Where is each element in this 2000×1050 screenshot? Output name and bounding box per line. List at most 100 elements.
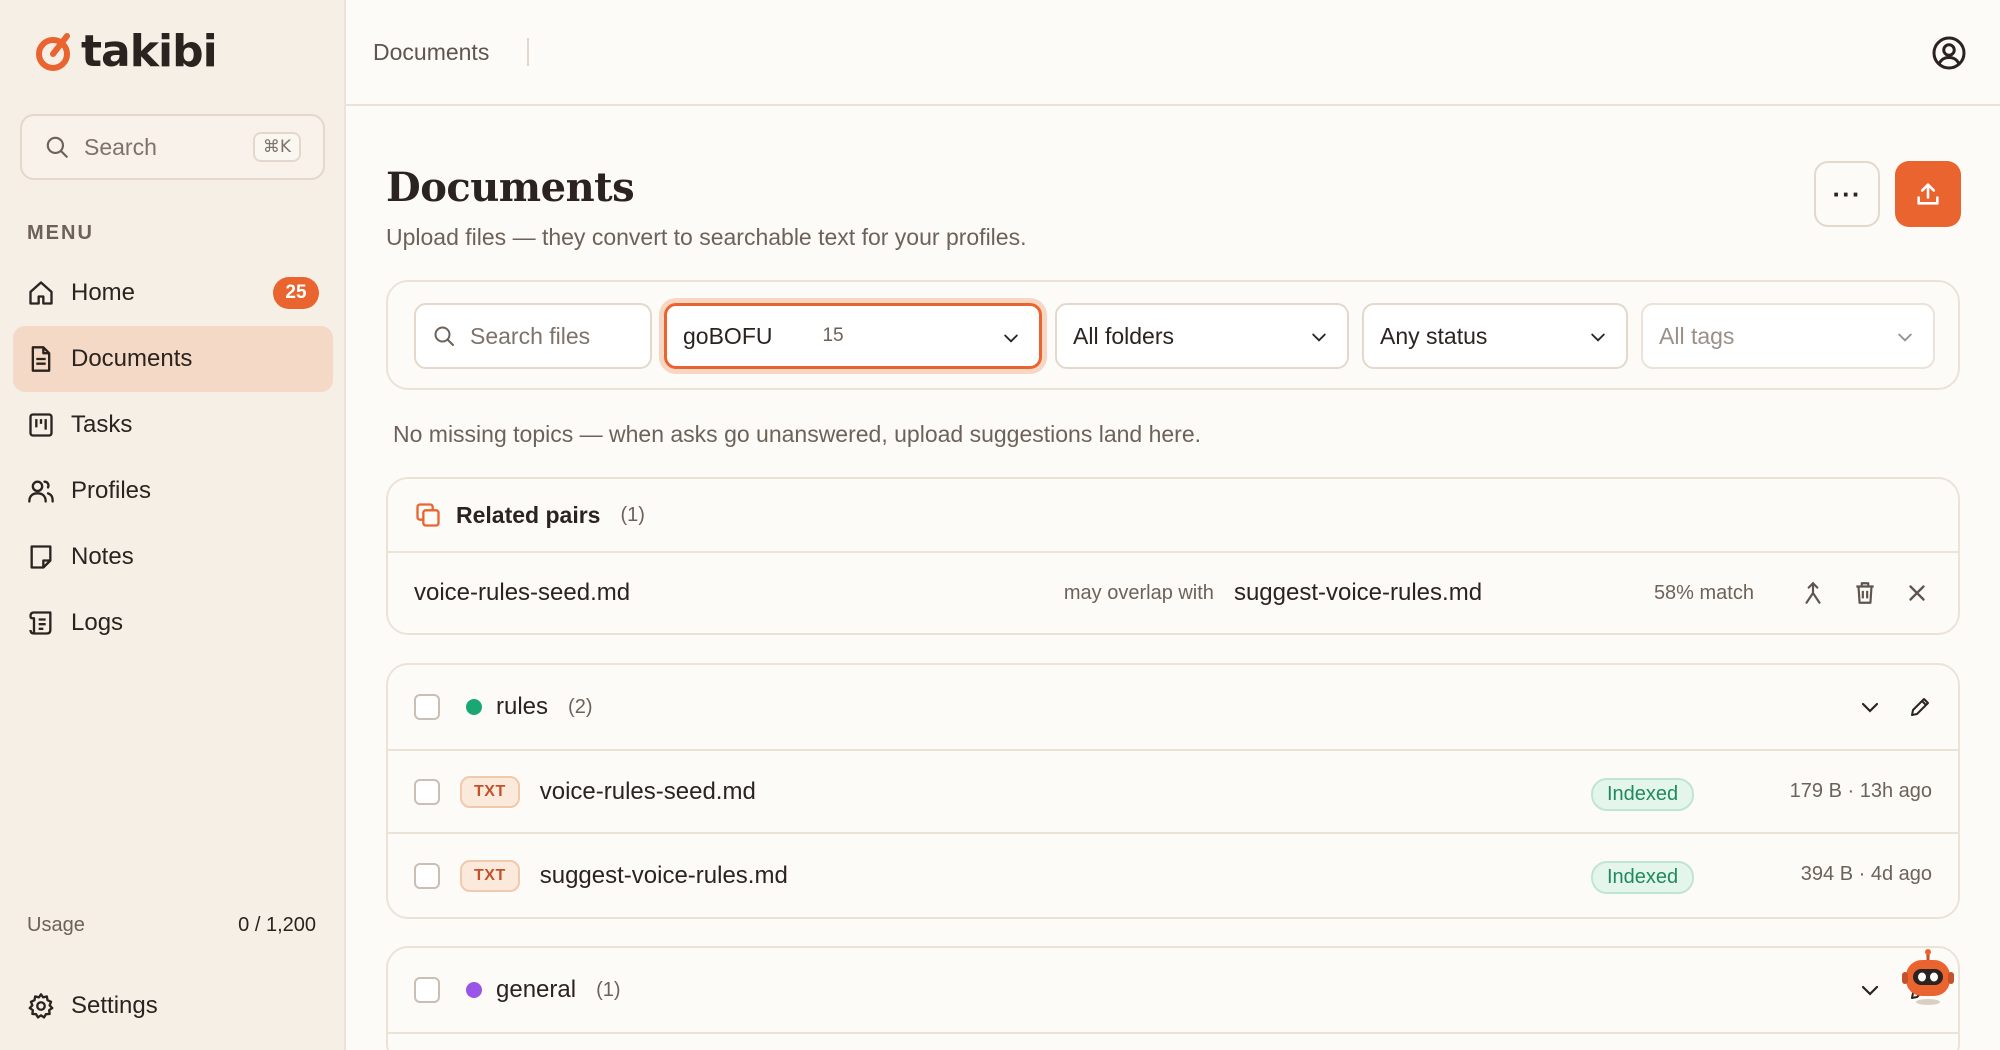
group-color-dot bbox=[466, 699, 482, 715]
tags-select[interactable]: All tags bbox=[1641, 303, 1935, 369]
chevron-down-icon bbox=[1898, 333, 1912, 342]
menu-section-label: MENU bbox=[27, 222, 94, 244]
sidebar-item-label: Notes bbox=[71, 543, 134, 570]
chevron-down-icon[interactable] bbox=[1858, 695, 1882, 719]
profile-select[interactable]: goBOFU 15 bbox=[664, 303, 1042, 369]
status-select-value: Any status bbox=[1380, 322, 1488, 349]
group-select-checkbox[interactable] bbox=[414, 694, 440, 720]
sidebar-item-label: Profiles bbox=[71, 477, 152, 504]
group-color-dot bbox=[466, 982, 482, 998]
sidebar-item-profiles[interactable]: Profiles bbox=[13, 458, 333, 524]
merge-button[interactable] bbox=[1798, 578, 1828, 608]
home-icon bbox=[29, 281, 53, 305]
sidebar-search[interactable]: Search ⌘K bbox=[20, 114, 325, 180]
pair-overlap-label: may overlap with bbox=[1063, 581, 1214, 604]
folder-group-rules: rules (2) TXT voice-rules-seed.md Indexe… bbox=[386, 663, 1960, 919]
document-row[interactable]: TXT voice-rules-seed.md Indexed 179 B · … bbox=[388, 751, 1958, 834]
main-content: Documents Documents Upload files — they … bbox=[346, 0, 2000, 1050]
page-title: Documents bbox=[386, 164, 635, 211]
note-icon bbox=[30, 545, 52, 569]
sidebar-item-home[interactable]: Home 25 bbox=[13, 260, 333, 326]
row-checkbox[interactable] bbox=[414, 862, 440, 889]
tags-select-value: All tags bbox=[1659, 322, 1735, 349]
related-pairs-card: Related pairs (1) voice-rules-seed.md ma… bbox=[386, 477, 1960, 635]
upload-button[interactable] bbox=[1895, 161, 1961, 227]
delete-button[interactable] bbox=[1850, 578, 1880, 608]
profile-doc-count: 15 bbox=[822, 325, 844, 346]
page-subtitle: Upload files — they convert to searchabl… bbox=[386, 224, 1027, 250]
search-icon bbox=[46, 136, 68, 158]
status-badge: Indexed bbox=[1591, 778, 1695, 811]
home-count-badge: 25 bbox=[273, 277, 319, 309]
sidebar: takibi Search ⌘K MENU Home 25 Documents … bbox=[0, 0, 346, 1050]
status-select[interactable]: Any status bbox=[1362, 303, 1628, 369]
file-search[interactable] bbox=[414, 303, 652, 369]
kanban-icon bbox=[29, 413, 53, 437]
app-root: takibi Search ⌘K MENU Home 25 Documents … bbox=[0, 0, 2000, 1050]
sidebar-item-settings[interactable]: Settings bbox=[27, 992, 158, 1020]
sidebar-search-label: Search bbox=[84, 133, 157, 160]
sidebar-item-label: Documents bbox=[71, 345, 193, 372]
chevron-down-icon bbox=[1312, 333, 1326, 342]
group-count: (2) bbox=[568, 695, 593, 718]
copy-icon bbox=[416, 503, 440, 527]
assistant-bot-icon[interactable] bbox=[1898, 948, 1958, 1008]
gear-icon bbox=[28, 993, 54, 1019]
flame-logo-icon bbox=[36, 33, 70, 71]
logs-icon bbox=[29, 611, 52, 635]
related-pair-row: voice-rules-seed.md may overlap with sug… bbox=[388, 553, 1958, 633]
account-icon[interactable] bbox=[1931, 35, 1967, 71]
usage-meter: Usage 0 / 1,200 bbox=[27, 914, 316, 937]
row-checkbox[interactable] bbox=[414, 778, 440, 805]
document-icon bbox=[31, 346, 51, 372]
document-name[interactable]: voice-rules-seed.md bbox=[540, 778, 1932, 806]
group-select-checkbox[interactable] bbox=[414, 977, 440, 1003]
sidebar-item-label: Logs bbox=[71, 609, 124, 636]
breadcrumb[interactable]: Documents bbox=[373, 38, 530, 66]
brand-logo[interactable]: takibi bbox=[33, 26, 218, 77]
trash-icon bbox=[1856, 582, 1874, 604]
search-icon bbox=[434, 326, 454, 346]
sidebar-item-notes[interactable]: Notes bbox=[13, 524, 333, 590]
topbar: Documents bbox=[346, 0, 2000, 106]
merge-icon bbox=[1805, 582, 1821, 604]
folder-group-general: general (1) bbox=[386, 946, 1960, 1050]
chevron-down-icon[interactable] bbox=[1858, 978, 1882, 1002]
file-search-input[interactable] bbox=[470, 322, 600, 350]
pair-left-file[interactable]: voice-rules-seed.md bbox=[414, 579, 1064, 607]
filters-bar: goBOFU 15 All folders Any status All tag… bbox=[386, 280, 1960, 390]
sidebar-item-documents[interactable]: Documents bbox=[13, 326, 333, 392]
pair-right-file[interactable]: suggest-voice-rules.md bbox=[1234, 579, 1654, 607]
file-type-tag: TXT bbox=[460, 859, 520, 892]
document-meta: 394 B · 4d ago bbox=[1800, 863, 1932, 885]
folders-select[interactable]: All folders bbox=[1055, 303, 1349, 369]
document-meta: 179 B · 13h ago bbox=[1789, 780, 1932, 802]
sidebar-item-tasks[interactable]: Tasks bbox=[13, 392, 333, 458]
document-row[interactable]: TXT suggest-voice-rules.md Indexed 394 B… bbox=[388, 834, 1958, 917]
group-header: rules (2) bbox=[388, 665, 1958, 751]
profile-select-value: goBOFU bbox=[683, 322, 773, 349]
search-shortcut: ⌘K bbox=[252, 132, 301, 162]
chevron-down-icon bbox=[1591, 333, 1605, 342]
users-icon bbox=[28, 480, 54, 503]
missing-topics-notice: No missing topics — when asks go unanswe… bbox=[393, 421, 1202, 447]
document-name[interactable]: suggest-voice-rules.md bbox=[540, 862, 1932, 890]
sidebar-item-logs[interactable]: Logs bbox=[13, 590, 333, 656]
pair-match-score: 58% match bbox=[1653, 581, 1754, 604]
pencil-icon[interactable] bbox=[1908, 695, 1932, 719]
dismiss-button[interactable] bbox=[1902, 578, 1932, 608]
usage-value: 0 / 1,200 bbox=[238, 914, 316, 936]
group-name: general bbox=[496, 976, 577, 1003]
related-pairs-title: Related pairs bbox=[456, 501, 601, 528]
more-options-button[interactable]: ··· bbox=[1814, 161, 1880, 227]
related-pairs-count: (1) bbox=[620, 503, 645, 526]
group-count: (1) bbox=[596, 978, 621, 1001]
sidebar-nav: Home 25 Documents Tasks Profiles Notes L… bbox=[13, 260, 333, 656]
related-pairs-header: Related pairs (1) bbox=[388, 479, 1958, 553]
sidebar-item-label: Home bbox=[71, 279, 136, 306]
sidebar-item-label: Tasks bbox=[71, 411, 133, 438]
group-name: rules bbox=[496, 693, 549, 720]
folders-select-value: All folders bbox=[1073, 322, 1174, 349]
brand-name: takibi bbox=[81, 26, 218, 77]
usage-label: Usage bbox=[27, 914, 85, 936]
